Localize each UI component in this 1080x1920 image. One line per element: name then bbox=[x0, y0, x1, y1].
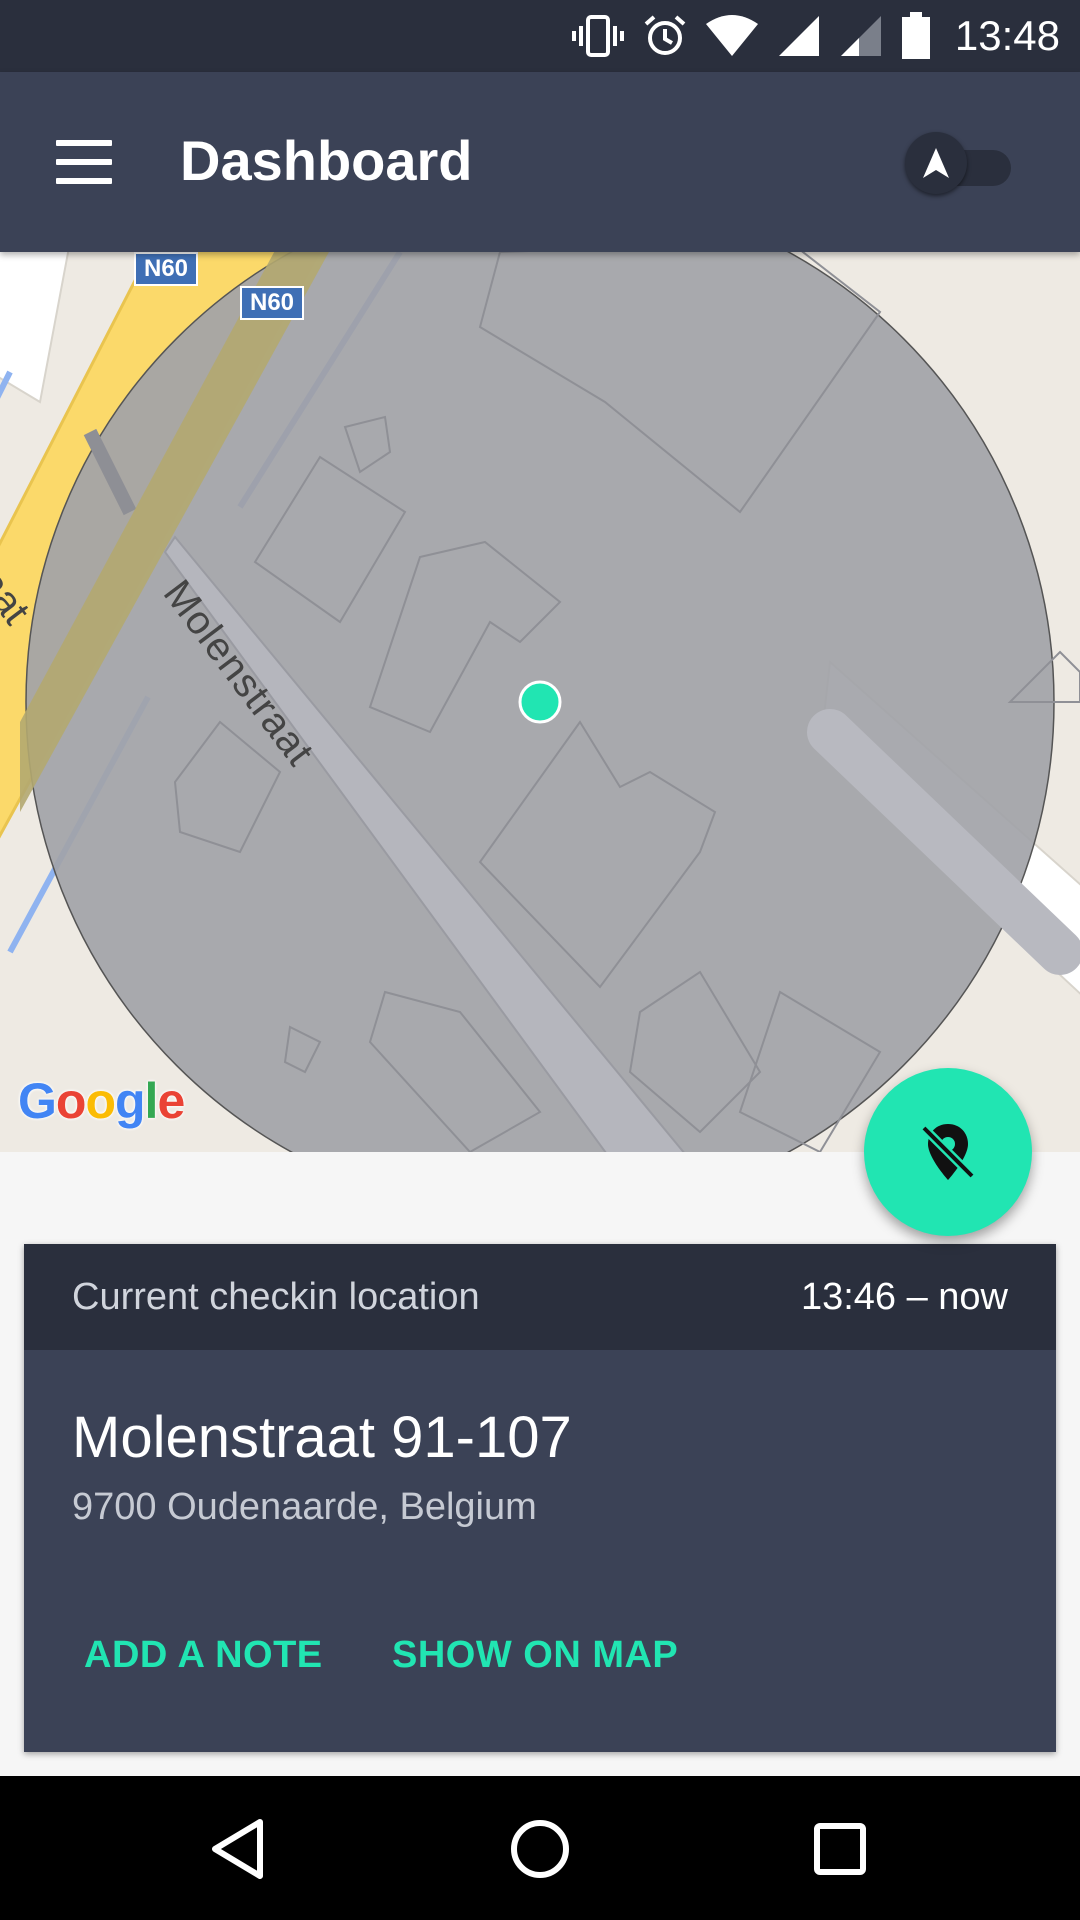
status-time: 13:48 bbox=[954, 12, 1060, 59]
navigation-toggle[interactable] bbox=[905, 132, 1015, 202]
map-canvas bbox=[0, 252, 1080, 1152]
map-view[interactable]: N60 N60 traat Molenstraat Google bbox=[0, 252, 1080, 1152]
navigation-arrow-icon bbox=[923, 148, 949, 178]
app-bar: Dashboard bbox=[0, 72, 1080, 252]
alarm-icon bbox=[644, 15, 686, 55]
checkin-time-range: 13:46 – now bbox=[800, 1276, 1008, 1318]
road-badge-n60: N60 bbox=[134, 252, 199, 286]
checkin-address-city: 9700 Oudenaarde, Belgium bbox=[72, 1486, 537, 1528]
add-note-button[interactable]: ADD A NOTE bbox=[84, 1634, 323, 1677]
vibrate-icon bbox=[571, 15, 624, 57]
checkin-card: Current checkin location 13:46 – now Mol… bbox=[24, 1244, 1056, 1752]
status-bar: 13:48 bbox=[0, 0, 1080, 72]
checkin-card-header: Current checkin location 13:46 – now bbox=[24, 1244, 1056, 1350]
recents-icon[interactable] bbox=[805, 1814, 875, 1884]
road-badge-n60: N60 bbox=[240, 286, 305, 320]
page-title: Dashboard bbox=[180, 129, 473, 192]
checkin-address-street: Molenstraat 91-107 bbox=[72, 1405, 572, 1470]
home-icon[interactable] bbox=[505, 1814, 575, 1884]
location-off-icon bbox=[920, 1124, 976, 1180]
show-on-map-button[interactable]: SHOW ON MAP bbox=[392, 1634, 678, 1677]
signal-icon bbox=[778, 16, 819, 56]
status-icons: 13:48 bbox=[571, 0, 1060, 72]
checkin-header-label: Current checkin location bbox=[72, 1276, 480, 1318]
wifi-icon bbox=[705, 15, 758, 56]
location-off-button[interactable] bbox=[864, 1068, 1032, 1236]
signal-weak-icon bbox=[840, 16, 881, 56]
toggle-knob[interactable] bbox=[905, 132, 967, 194]
back-icon[interactable] bbox=[205, 1814, 275, 1884]
hamburger-menu-icon[interactable] bbox=[48, 132, 114, 192]
battery-icon bbox=[901, 12, 930, 59]
google-attribution-logo: Google bbox=[18, 1073, 185, 1129]
system-nav-bar bbox=[0, 1776, 1080, 1920]
